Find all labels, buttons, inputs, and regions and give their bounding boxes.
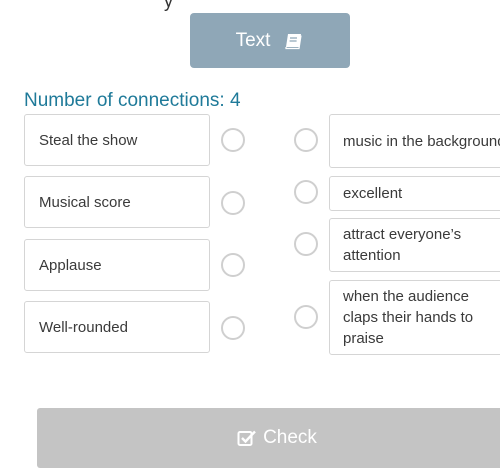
left-item-label: Applause <box>39 256 102 274</box>
left-item-applause[interactable]: Applause <box>24 239 210 291</box>
left-connector-2[interactable] <box>221 191 245 215</box>
right-item-excellent[interactable]: excellent <box>329 176 500 211</box>
right-connector-2[interactable] <box>294 180 318 204</box>
right-item-audience-claps[interactable]: when the audience claps their hands to p… <box>329 280 500 355</box>
left-connector-1[interactable] <box>221 128 245 152</box>
right-item-label: attract everyone’s attention <box>343 226 462 264</box>
left-connector-3[interactable] <box>221 253 245 277</box>
top-strip: y <box>0 0 500 11</box>
left-item-label: Well-rounded <box>39 318 128 336</box>
right-item-music-in-the-background[interactable]: music in the background <box>329 114 500 168</box>
right-connector-4[interactable] <box>294 305 318 329</box>
right-connector-1[interactable] <box>294 128 318 152</box>
left-item-label: Steal the show <box>39 131 138 149</box>
left-item-musical-score[interactable]: Musical score <box>24 176 210 228</box>
left-item-steal-the-show[interactable]: Steal the show <box>24 114 210 166</box>
right-connector-3[interactable] <box>294 232 318 256</box>
connections-count-label: Number of connections: 4 <box>24 90 241 111</box>
check-button-label: Check <box>263 427 317 448</box>
right-item-label: excellent <box>343 185 403 202</box>
check-button[interactable]: Check <box>37 408 500 468</box>
text-button[interactable]: Text <box>190 13 350 68</box>
left-item-well-rounded[interactable]: Well-rounded <box>24 301 210 353</box>
right-item-attract-attention[interactable]: attract everyone’s attention <box>329 218 500 272</box>
text-button-label: Text <box>235 29 271 51</box>
left-connector-4[interactable] <box>221 316 245 340</box>
book-icon <box>284 32 304 50</box>
right-item-label: when the audience claps their hands to p… <box>343 288 474 347</box>
check-square-icon <box>237 429 257 447</box>
left-item-label: Musical score <box>39 193 131 211</box>
cut-off-heading-text: y <box>164 0 173 11</box>
right-item-label: music in the background <box>343 132 500 150</box>
